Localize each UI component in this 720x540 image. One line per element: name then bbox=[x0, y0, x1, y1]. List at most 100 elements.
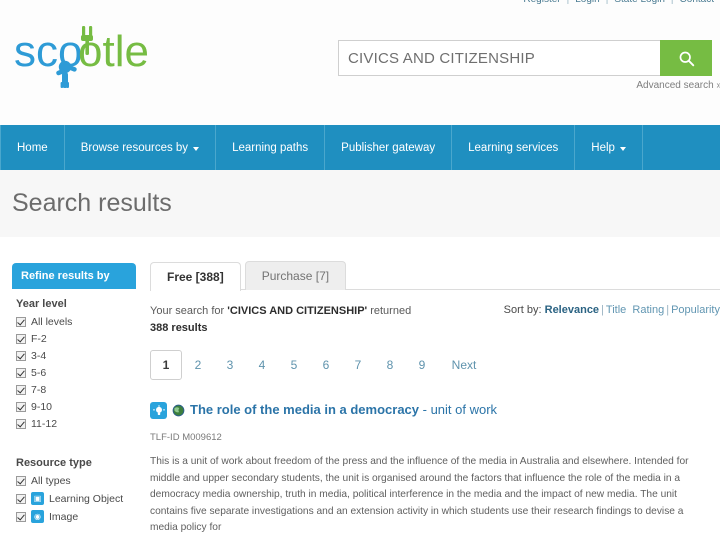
facet-label: 11-12 bbox=[31, 418, 58, 430]
main-navigation: Home Browse resources by Learning paths … bbox=[0, 125, 720, 170]
facet-learning-object[interactable]: ▣ Learning Object bbox=[16, 492, 136, 505]
search-input[interactable] bbox=[338, 40, 660, 76]
pagination-next[interactable]: Next bbox=[448, 350, 480, 380]
facet-group-resource-type: Resource type All types ▣ Learning Objec… bbox=[12, 448, 136, 523]
facet-image[interactable]: ◉ Image bbox=[16, 510, 136, 523]
sort-option-popularity[interactable]: Popularity bbox=[671, 304, 720, 316]
facet-label: 7-8 bbox=[31, 384, 47, 396]
facet-9-10[interactable]: 9-10 bbox=[16, 401, 136, 413]
nav-item-help[interactable]: Help bbox=[575, 125, 643, 170]
results-tabs: Free [388] Purchase [7] bbox=[150, 258, 720, 291]
facet-label: All levels bbox=[31, 316, 73, 328]
search-bar bbox=[338, 40, 712, 76]
site-header: Register | Login | State Login | Contact… bbox=[0, 0, 720, 125]
utility-link-state-login[interactable]: State Login bbox=[614, 0, 665, 5]
advanced-search-link[interactable]: Advanced search » bbox=[636, 80, 720, 91]
nav-item-browse-resources-by[interactable]: Browse resources by bbox=[65, 125, 217, 170]
utility-links: Register | Login | State Login | Contact bbox=[523, 0, 714, 5]
summary-query: 'CIVICS AND CITIZENSHIP' bbox=[227, 305, 368, 317]
checkbox-checked-icon[interactable] bbox=[16, 402, 26, 412]
pagination-page-4[interactable]: 4 bbox=[246, 350, 278, 380]
nav-item-home[interactable]: Home bbox=[0, 125, 65, 170]
checkbox-checked-icon[interactable] bbox=[16, 351, 26, 361]
facet-group-title: Resource type bbox=[16, 457, 92, 469]
sort-controls: Sort by: Relevance | Title Rating | Populari… bbox=[504, 303, 720, 316]
checkbox-checked-icon[interactable] bbox=[16, 476, 26, 486]
facet-group-year-level: Year level All levels F-2 3-4 5-6 7-8 9-… bbox=[12, 289, 136, 430]
facet-7-8[interactable]: 7-8 bbox=[16, 384, 136, 396]
facet-label: 9-10 bbox=[31, 401, 53, 413]
summary-suffix: returned bbox=[370, 305, 412, 317]
scootle-logo[interactable]: sco otle bbox=[12, 22, 162, 88]
checkbox-checked-icon[interactable] bbox=[16, 419, 26, 429]
results-main-column: Free [388] Purchase [7] Your search for … bbox=[150, 258, 720, 537]
pagination-page-7[interactable]: 7 bbox=[342, 350, 374, 380]
nav-item-publisher-gateway[interactable]: Publisher gateway bbox=[325, 125, 453, 170]
utility-separator: | bbox=[671, 0, 674, 5]
pagination: 1 2 3 4 5 6 7 8 9 Next bbox=[150, 350, 720, 380]
checkbox-checked-icon[interactable] bbox=[16, 368, 26, 378]
refine-sidebar: Refine results by Year level All levels … bbox=[12, 263, 136, 528]
utility-link-register[interactable]: Register bbox=[523, 0, 560, 5]
utility-link-contact[interactable]: Contact bbox=[680, 0, 714, 5]
result-title-tail: - unit of work bbox=[422, 402, 498, 418]
pagination-page-5[interactable]: 5 bbox=[278, 350, 310, 380]
facet-label: Image bbox=[49, 510, 79, 523]
utility-link-login[interactable]: Login bbox=[575, 0, 599, 5]
result-description: This is a unit of work about freedom of … bbox=[150, 456, 689, 534]
pagination-page-8[interactable]: 8 bbox=[374, 350, 406, 380]
tab-free[interactable]: Free [388] bbox=[150, 262, 241, 291]
result-tlf-id: TLF-ID M009612 bbox=[150, 432, 222, 443]
facet-all-levels[interactable]: All levels bbox=[16, 316, 136, 328]
facet-label: 5-6 bbox=[31, 367, 47, 379]
search-submit-button[interactable] bbox=[660, 40, 712, 76]
nav-item-label: Learning paths bbox=[232, 141, 309, 154]
checkbox-checked-icon[interactable] bbox=[16, 493, 26, 504]
checkbox-checked-icon[interactable] bbox=[16, 317, 26, 327]
utility-separator: | bbox=[567, 0, 570, 5]
facet-label: Learning Object bbox=[49, 492, 124, 505]
nav-item-label: Learning services bbox=[468, 141, 559, 154]
pagination-page-2[interactable]: 2 bbox=[182, 350, 214, 380]
facet-label: F-2 bbox=[31, 333, 47, 345]
chevron-down-icon bbox=[193, 146, 200, 151]
facet-label: All types bbox=[31, 475, 71, 487]
nav-item-label: Home bbox=[17, 141, 48, 154]
pagination-page-6[interactable]: 6 bbox=[310, 350, 342, 380]
nav-item-label: Help bbox=[591, 141, 615, 154]
chevron-down-icon bbox=[619, 146, 626, 151]
facet-3-4[interactable]: 3-4 bbox=[16, 350, 136, 362]
page-title: Search results bbox=[12, 189, 172, 217]
pagination-page-9[interactable]: 9 bbox=[406, 350, 438, 380]
facet-label: 3-4 bbox=[31, 350, 47, 362]
checkbox-checked-icon[interactable] bbox=[16, 385, 26, 395]
result-item: The role of the media in a democracy - u… bbox=[150, 402, 720, 537]
results-summary-row: Your search for 'CIVICS AND CITIZENSHIP'… bbox=[150, 303, 720, 336]
cube-icon: ▣ bbox=[31, 492, 44, 505]
summary-prefix: Your search for bbox=[150, 305, 225, 317]
sort-separator: | bbox=[601, 304, 604, 316]
checkbox-checked-icon[interactable] bbox=[16, 334, 26, 344]
pagination-page-1[interactable]: 1 bbox=[150, 350, 182, 380]
scootle-search-results-page: Register | Login | State Login | Contact… bbox=[0, 0, 720, 540]
sort-option-relevance[interactable]: Relevance bbox=[545, 304, 599, 316]
nav-item-label: Browse resources by bbox=[80, 141, 189, 154]
result-title-link[interactable]: The role of the media in a democracy - u… bbox=[190, 403, 497, 417]
tab-purchase[interactable]: Purchase [7] bbox=[244, 261, 347, 290]
sort-option-rating[interactable]: Rating bbox=[632, 304, 664, 316]
facet-group-title: Year level bbox=[16, 298, 67, 310]
sort-option-title[interactable]: Title bbox=[606, 304, 626, 316]
globe-icon bbox=[172, 404, 185, 417]
facet-11-12[interactable]: 11-12 bbox=[16, 418, 136, 430]
nav-item-learning-paths[interactable]: Learning paths bbox=[216, 125, 326, 170]
nav-item-learning-services[interactable]: Learning services bbox=[452, 125, 576, 170]
pagination-page-3[interactable]: 3 bbox=[214, 350, 246, 380]
facet-all-types[interactable]: All types bbox=[16, 475, 136, 487]
facet-f-2[interactable]: F-2 bbox=[16, 333, 136, 345]
sort-label: Sort by: bbox=[503, 304, 542, 316]
summary-count: 388 results bbox=[150, 321, 208, 334]
results-summary: Your search for 'CIVICS AND CITIZENSHIP'… bbox=[150, 303, 411, 336]
facet-5-6[interactable]: 5-6 bbox=[16, 367, 136, 379]
checkbox-checked-icon[interactable] bbox=[16, 511, 26, 522]
result-title-row: The role of the media in a democracy - u… bbox=[150, 402, 720, 419]
